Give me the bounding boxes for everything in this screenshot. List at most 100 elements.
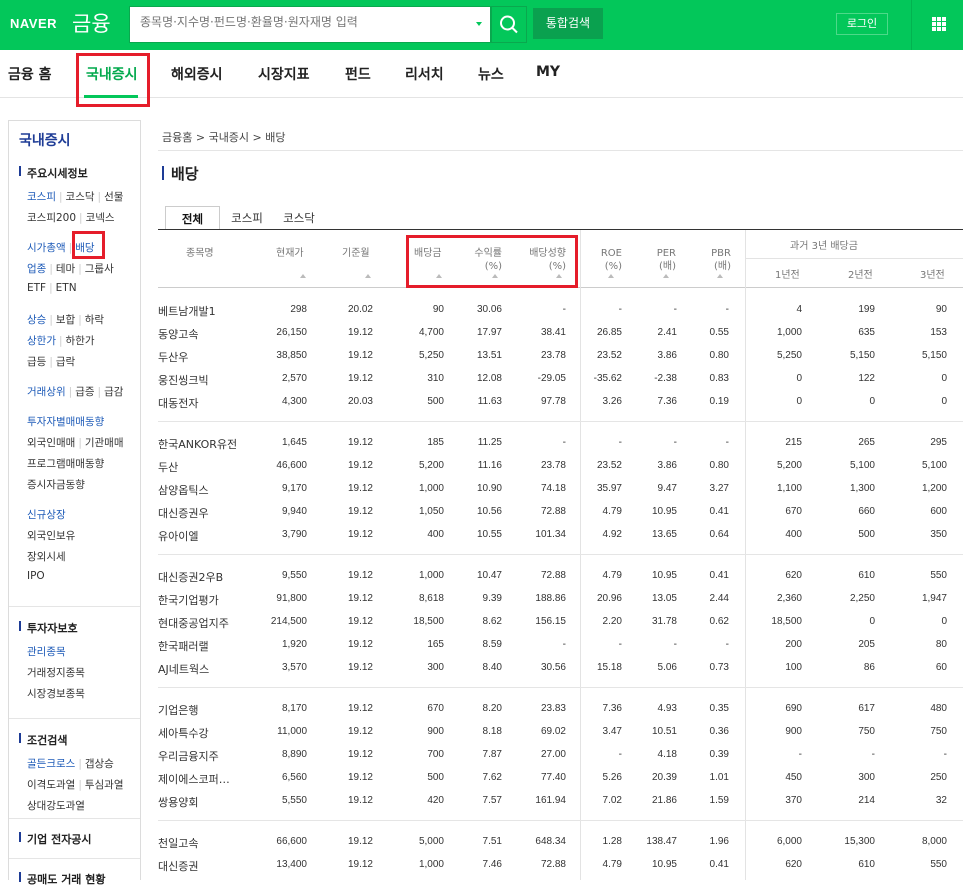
naver-logo[interactable]: NAVER xyxy=(10,16,57,31)
sidebar-link[interactable]: 급증 xyxy=(75,386,94,398)
sidebar-link[interactable]: 투자자별매매동향 xyxy=(27,416,104,428)
sidebar-section-title[interactable]: 투자자보호 xyxy=(19,620,78,636)
sidebar-link[interactable]: 급등 xyxy=(27,356,46,368)
stock-name-link[interactable]: 대신증권 xyxy=(158,858,198,874)
sidebar-link[interactable]: 외국인보유 xyxy=(27,530,75,542)
sidebar-link[interactable]: 투심과열 xyxy=(85,779,124,791)
sidebar-link[interactable]: 기관매매 xyxy=(85,437,124,449)
stock-name-link[interactable]: 대신증권2우B xyxy=(158,569,223,585)
sidebar-link[interactable]: 업종 xyxy=(27,263,46,275)
sidebar-link[interactable]: 코스피 xyxy=(27,191,56,203)
col-2y-ago[interactable]: 2년전 xyxy=(848,269,873,282)
separator: | xyxy=(78,437,82,449)
sidebar-link[interactable]: 코스닥 xyxy=(66,191,95,203)
nav-my[interactable]: MY xyxy=(536,64,560,80)
sidebar-link[interactable]: 관리종목 xyxy=(27,646,66,658)
stock-name-link[interactable]: 한국ANKOR유전 xyxy=(158,436,237,452)
stock-name-link[interactable]: 두산 xyxy=(158,459,178,475)
service-menu-button[interactable] xyxy=(911,0,963,50)
sidebar-link[interactable]: 상한가 xyxy=(27,335,56,347)
sidebar-link[interactable]: 상대강도과열 xyxy=(27,800,85,812)
total-search-button[interactable]: 통합검색 xyxy=(533,8,603,39)
search-box[interactable] xyxy=(129,6,491,43)
sidebar-link[interactable]: 시가총액 xyxy=(27,242,66,254)
stock-name-link[interactable]: 제이에스코퍼… xyxy=(158,771,230,787)
col-pbr[interactable]: PBR (배) xyxy=(707,247,731,273)
sidebar-link[interactable]: IPO xyxy=(27,570,45,582)
stock-name-link[interactable]: 동양고속 xyxy=(158,326,198,342)
sidebar-link[interactable]: 장외시세 xyxy=(27,551,66,563)
stock-name-link[interactable]: 기업은행 xyxy=(158,702,198,718)
sidebar-link[interactable]: 코넥스 xyxy=(86,212,115,224)
sidebar-link[interactable]: 신규상장 xyxy=(27,509,66,521)
nav-market-index[interactable]: 시장지표 xyxy=(258,64,310,84)
stock-name-link[interactable]: 쌍용양회 xyxy=(158,794,198,810)
sidebar-link[interactable]: 상승 xyxy=(27,314,46,326)
sort-arrow-icon[interactable] xyxy=(717,274,723,278)
sidebar-link[interactable]: 골든크로스 xyxy=(27,758,75,770)
sidebar-section-title[interactable]: 기업 전자공시 xyxy=(19,831,92,847)
col-name[interactable]: 종목명 xyxy=(186,247,214,260)
stock-name-link[interactable]: 베트남개발1 xyxy=(158,303,216,319)
sidebar-link[interactable]: 보합 xyxy=(56,314,75,326)
sidebar-link[interactable]: 급락 xyxy=(56,356,75,368)
sidebar-link[interactable]: 시장경보종목 xyxy=(27,688,85,700)
sidebar-link[interactable]: 외국인매매 xyxy=(27,437,75,449)
stock-name-link[interactable]: 세아특수강 xyxy=(158,725,209,741)
col-1y-ago[interactable]: 1년전 xyxy=(775,269,800,282)
sidebar-link[interactable]: 하한가 xyxy=(66,335,95,347)
sidebar-link[interactable]: ETN xyxy=(56,282,77,294)
stock-name-link[interactable]: 한국패러랠 xyxy=(158,638,209,654)
sidebar-link[interactable]: 그룹사 xyxy=(85,263,114,275)
stock-name-link[interactable]: 유아이엘 xyxy=(158,528,198,544)
sidebar-link[interactable]: 급감 xyxy=(104,386,123,398)
sidebar-link[interactable]: 코스피200 xyxy=(27,212,76,224)
nav-fund[interactable]: 펀드 xyxy=(345,64,371,84)
col-price[interactable]: 현재가 xyxy=(276,247,304,260)
sidebar-link[interactable]: 하락 xyxy=(85,314,104,326)
sidebar-link[interactable]: 테마 xyxy=(56,263,75,275)
login-button[interactable]: 로그인 xyxy=(836,13,888,35)
nav-research[interactable]: 리서치 xyxy=(405,64,444,84)
stock-name-link[interactable]: 현대중공업지주 xyxy=(158,615,229,631)
search-button[interactable] xyxy=(491,6,527,43)
nav-news[interactable]: 뉴스 xyxy=(478,64,504,84)
tab-all[interactable]: 전체 xyxy=(165,206,220,230)
stock-name-link[interactable]: 대동전자 xyxy=(158,395,198,411)
col-base-month[interactable]: 기준월 xyxy=(342,247,370,260)
stock-name-link[interactable]: 두산우 xyxy=(158,349,188,365)
sidebar-section-title[interactable]: 주요시세정보 xyxy=(19,165,88,181)
sidebar-link[interactable]: ETF xyxy=(27,282,46,294)
stock-name-link[interactable]: 우리금융지주 xyxy=(158,748,219,764)
stock-name-link[interactable]: AJ네트웍스 xyxy=(158,661,209,677)
autocomplete-toggle-icon[interactable] xyxy=(476,22,482,26)
sidebar-title[interactable]: 국내증시 xyxy=(19,130,71,150)
sidebar-link[interactable]: 거래정지종목 xyxy=(27,667,85,679)
sort-arrow-icon[interactable] xyxy=(663,274,669,278)
nav-finance-home[interactable]: 금융 홈 xyxy=(8,64,52,84)
stock-name-link[interactable]: 대신증권우 xyxy=(158,505,209,521)
stock-name-link[interactable]: 웅진씽크빅 xyxy=(158,372,209,388)
sidebar-section-title[interactable]: 공매도 거래 현황 xyxy=(19,871,106,887)
service-title[interactable]: 금융 xyxy=(72,8,111,38)
sidebar-link[interactable]: 증시자금동향 xyxy=(27,479,85,491)
search-input[interactable] xyxy=(140,15,460,29)
sidebar-link[interactable]: 거래상위 xyxy=(27,386,66,398)
col-3y-ago[interactable]: 3년전 xyxy=(920,269,945,282)
col-per[interactable]: PER (배) xyxy=(652,247,676,273)
stock-name-link[interactable]: 삼양옵틱스 xyxy=(158,482,209,498)
nav-overseas-stock[interactable]: 해외증시 xyxy=(171,64,223,84)
tab-kosdaq[interactable]: 코스닥 xyxy=(274,206,324,230)
sidebar-section-title[interactable]: 조건검색 xyxy=(18,732,67,748)
sidebar-link[interactable]: 프로그램매매동향 xyxy=(27,458,104,470)
sidebar-link[interactable]: 이격도과열 xyxy=(27,779,75,791)
sidebar-link[interactable]: 선물 xyxy=(104,191,123,203)
sidebar-link[interactable]: 갭상승 xyxy=(85,758,114,770)
sort-arrow-icon[interactable] xyxy=(608,274,614,278)
col-roe[interactable]: ROE (%) xyxy=(598,247,622,273)
stock-name-link[interactable]: 천일고속 xyxy=(158,835,198,851)
sort-arrow-icon[interactable] xyxy=(365,274,371,278)
sort-arrow-icon[interactable] xyxy=(300,274,306,278)
stock-name-link[interactable]: 한국기업평가 xyxy=(158,592,219,608)
tab-kospi[interactable]: 코스피 xyxy=(222,206,272,230)
